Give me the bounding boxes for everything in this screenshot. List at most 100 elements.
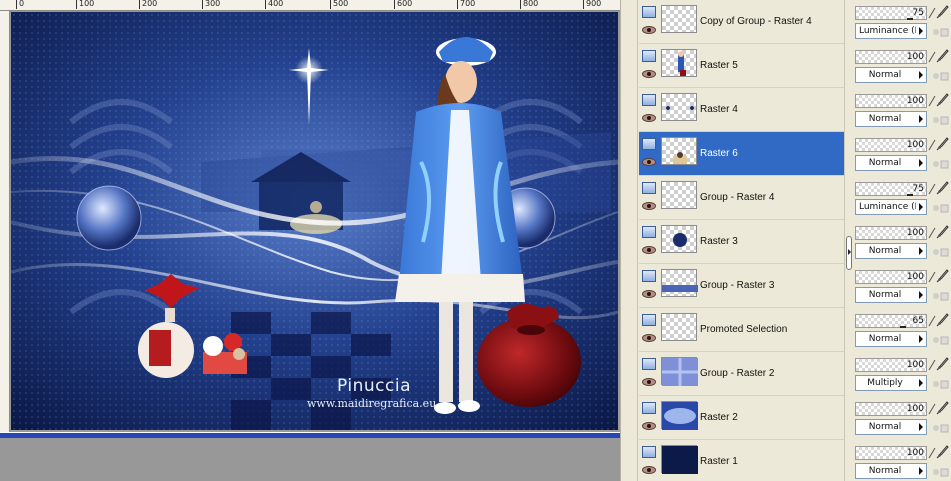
lock-transparency-icon[interactable]	[931, 289, 949, 303]
lock-transparency-icon[interactable]	[931, 245, 949, 259]
dropdown-arrow-icon[interactable]	[916, 112, 926, 126]
edit-brush-icon[interactable]	[935, 444, 949, 460]
edit-brush-icon[interactable]	[935, 268, 949, 284]
lock-transparency-icon[interactable]	[931, 201, 949, 215]
blend-mode-select[interactable]: Luminance (L)	[855, 23, 927, 39]
visibility-eye-icon[interactable]	[642, 114, 656, 122]
lock-transparency-icon[interactable]	[931, 25, 949, 39]
dropdown-arrow-icon[interactable]	[916, 156, 926, 170]
opacity-slider[interactable]: 75	[855, 182, 927, 196]
opacity-slider[interactable]: 100	[855, 94, 927, 108]
dropdown-arrow-icon[interactable]	[916, 464, 926, 478]
opacity-slider-handle[interactable]	[900, 324, 906, 328]
layer-thumbnail[interactable]	[661, 93, 697, 121]
visibility-eye-icon[interactable]	[642, 378, 656, 386]
edit-brush-icon[interactable]	[935, 312, 949, 328]
layer-row[interactable]: Group - Raster 4	[639, 176, 844, 220]
collapse-arrow-icon[interactable]	[846, 236, 852, 270]
layer-type-icon[interactable]	[642, 138, 656, 150]
layer-row[interactable]: Copy of Group - Raster 4	[639, 0, 844, 44]
edit-brush-icon[interactable]	[935, 4, 949, 20]
layer-row[interactable]: Raster 5	[639, 44, 844, 88]
layer-thumbnail[interactable]	[661, 5, 697, 33]
layer-type-icon[interactable]	[642, 94, 656, 106]
blend-mode-select[interactable]: Normal	[855, 111, 927, 127]
opacity-slider[interactable]: 100	[855, 358, 927, 372]
lock-transparency-icon[interactable]	[931, 377, 949, 391]
edit-brush-icon[interactable]	[935, 180, 949, 196]
dropdown-arrow-icon[interactable]	[916, 332, 926, 346]
edit-brush-icon[interactable]	[935, 224, 949, 240]
edit-brush-icon[interactable]	[935, 92, 949, 108]
layer-row[interactable]: Raster 1	[639, 440, 844, 481]
layer-type-icon[interactable]	[642, 402, 656, 414]
layer-row[interactable]: Raster 4	[639, 88, 844, 132]
dropdown-arrow-icon[interactable]	[916, 24, 926, 38]
visibility-eye-icon[interactable]	[642, 70, 656, 78]
dropdown-arrow-icon[interactable]	[916, 68, 926, 82]
lock-transparency-icon[interactable]	[931, 421, 949, 435]
dropdown-arrow-icon[interactable]	[916, 244, 926, 258]
layer-thumbnail[interactable]	[661, 137, 697, 165]
visibility-eye-icon[interactable]	[642, 158, 656, 166]
lock-transparency-icon[interactable]	[931, 465, 949, 479]
layer-type-icon[interactable]	[642, 270, 656, 282]
edit-brush-icon[interactable]	[935, 356, 949, 372]
layer-thumbnail[interactable]	[661, 357, 698, 386]
blend-mode-select[interactable]: Normal	[855, 155, 927, 171]
blend-mode-select[interactable]: Normal	[855, 67, 927, 83]
layer-thumbnail[interactable]	[661, 49, 697, 77]
layer-type-icon[interactable]	[642, 446, 656, 458]
opacity-slider[interactable]: 100	[855, 446, 927, 460]
opacity-slider[interactable]: 100	[855, 270, 927, 284]
lock-transparency-icon[interactable]	[931, 333, 949, 347]
layer-type-icon[interactable]	[642, 50, 656, 62]
layer-type-icon[interactable]	[642, 314, 656, 326]
layer-row[interactable]: Raster 3	[639, 220, 844, 264]
dropdown-arrow-icon[interactable]	[916, 288, 926, 302]
opacity-slider[interactable]: 100	[855, 138, 927, 152]
opacity-slider[interactable]: 100	[855, 402, 927, 416]
layer-type-icon[interactable]	[642, 358, 656, 370]
visibility-eye-icon[interactable]	[642, 202, 656, 210]
layer-thumbnail[interactable]	[661, 313, 697, 341]
edit-brush-icon[interactable]	[935, 136, 949, 152]
edit-brush-icon[interactable]	[935, 48, 949, 64]
layer-row[interactable]: Raster 2	[639, 396, 844, 440]
blend-mode-select[interactable]: Normal	[855, 287, 927, 303]
visibility-eye-icon[interactable]	[642, 26, 656, 34]
layer-row[interactable]: Group - Raster 3	[639, 264, 844, 308]
opacity-slider[interactable]: 100	[855, 226, 927, 240]
lock-transparency-icon[interactable]	[931, 157, 949, 171]
layer-thumbnail[interactable]	[661, 225, 697, 253]
dropdown-arrow-icon[interactable]	[916, 420, 926, 434]
opacity-slider[interactable]: 100	[855, 50, 927, 64]
lock-transparency-icon[interactable]	[931, 113, 949, 127]
layer-type-icon[interactable]	[642, 226, 656, 238]
layer-row[interactable]: Promoted Selection	[639, 308, 844, 352]
visibility-eye-icon[interactable]	[642, 466, 656, 474]
dropdown-arrow-icon[interactable]	[916, 200, 926, 214]
blend-mode-select[interactable]: Multiply	[855, 375, 927, 391]
artwork-image[interactable]: Pinuccia www.maidiregrafica.eu	[11, 12, 618, 430]
visibility-eye-icon[interactable]	[642, 290, 656, 298]
visibility-eye-icon[interactable]	[642, 422, 656, 430]
layer-thumbnail[interactable]	[661, 181, 697, 209]
visibility-eye-icon[interactable]	[642, 334, 656, 342]
opacity-slider[interactable]: 75	[855, 6, 927, 20]
blend-mode-select[interactable]: Normal	[855, 331, 927, 347]
visibility-eye-icon[interactable]	[642, 246, 656, 254]
dropdown-arrow-icon[interactable]	[916, 376, 926, 390]
lock-transparency-icon[interactable]	[931, 69, 949, 83]
layer-type-icon[interactable]	[642, 6, 656, 18]
layer-thumbnail[interactable]	[661, 445, 698, 474]
blend-mode-select[interactable]: Normal	[855, 463, 927, 479]
blend-mode-select[interactable]: Normal	[855, 243, 927, 259]
layer-row[interactable]: Raster 6	[639, 132, 844, 176]
edit-brush-icon[interactable]	[935, 400, 949, 416]
blend-mode-select[interactable]: Luminance (L)	[855, 199, 927, 215]
layer-type-icon[interactable]	[642, 182, 656, 194]
layer-thumbnail[interactable]	[661, 401, 698, 430]
layer-thumbnail[interactable]	[661, 269, 698, 297]
layer-row[interactable]: Group - Raster 2	[639, 352, 844, 396]
